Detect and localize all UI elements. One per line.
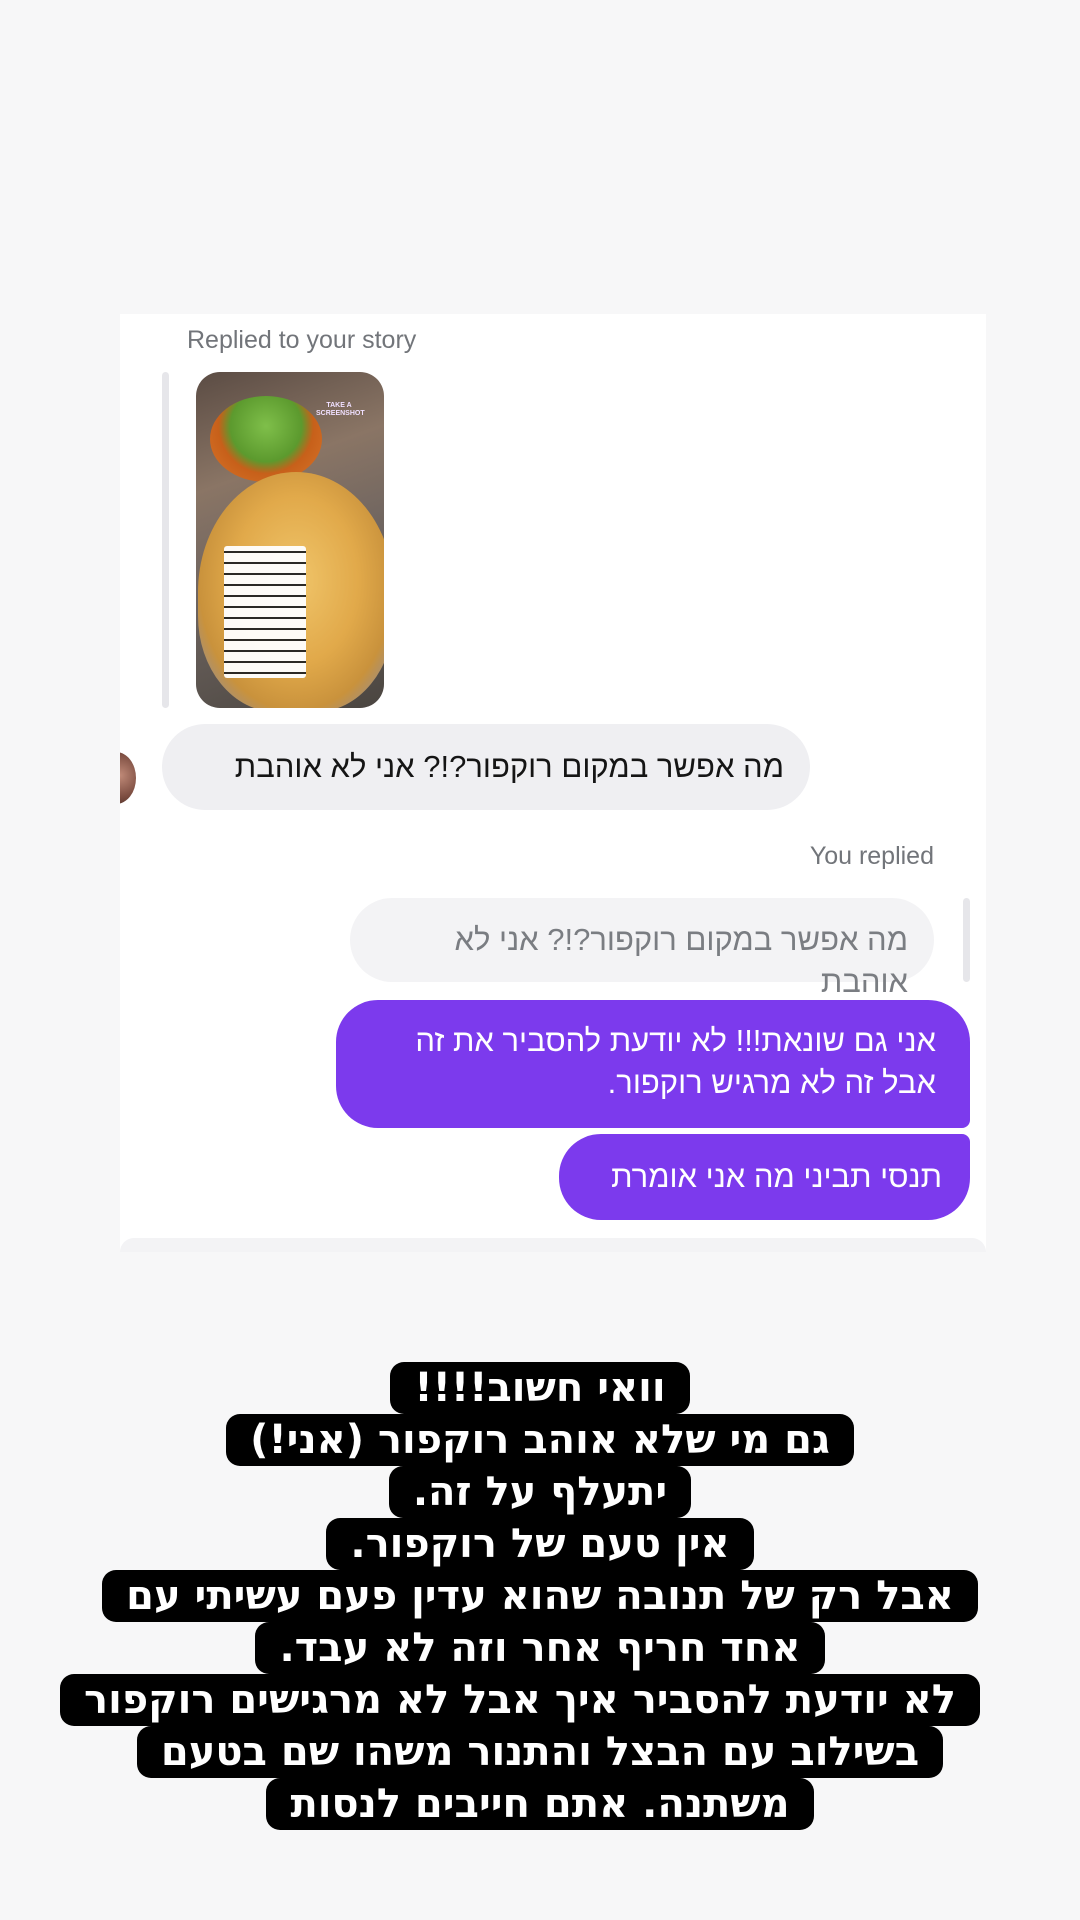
incoming-message-bubble[interactable]: מה אפשר במקום רוקפור?!? אני לא אוהבת [162,724,810,810]
quote-bar [963,898,970,982]
overlay-line: אבל רק של תנובה שהוא עדין פעם עשיתי עם [100,1570,980,1622]
replied-to-story-label: Replied to your story [187,326,417,354]
outgoing-message-bubble[interactable]: תנסי תביני מה אני אומרת [559,1134,970,1220]
overlay-line: בשילוב עם הבצל והתנור משהו שם בטעם [100,1726,980,1778]
overlay-line: אחד חריף אחר וזה לא עבד. [100,1622,980,1674]
take-a-screenshot-sticker: TAKE A SCREENSHOT [316,402,365,417]
dm-screenshot-card: Replied to your story TAKE A SCREENSHOT … [120,314,986,1252]
overlay-line-text: יתעלף על זה. [388,1466,692,1518]
outgoing-message-bubble[interactable]: אני גם שונאת!!! לא יודעת להסביר את זה אב… [336,1000,970,1128]
next-message-edge [120,1238,986,1252]
overlay-line-text: לא יודעת להסביר איך אבל לא מרגישים רוקפו… [60,1674,980,1726]
story-reply-bar [162,372,169,708]
story-thumbnail[interactable]: TAKE A SCREENSHOT [196,372,384,708]
overlay-line-text: וואי חשוב!!!! [390,1362,690,1414]
overlay-line: אין טעם של רוקפור. [100,1518,980,1570]
overlay-line: וואי חשוב!!!! [100,1362,980,1414]
salad-bowl-image [210,396,322,482]
overlay-line: גם מי שלא אוהב רוקפור (אני!) [100,1414,980,1466]
you-replied-label: You replied [809,842,934,870]
overlay-line: לא יודעת להסביר איך אבל לא מרגישים רוקפו… [60,1674,980,1726]
overlay-line: יתעלף על זה. [100,1466,980,1518]
overlay-line-text: גם מי שלא אוהב רוקפור (אני!) [226,1414,854,1466]
overlay-line-text: אבל רק של תנובה שהוא עדין פעם עשיתי עם [102,1570,978,1622]
quoted-message-bubble[interactable]: מה אפשר במקום רוקפור?!? אני לא אוהבת [350,898,934,999]
recipe-text-sticker [224,546,306,678]
overlay-line-text: אין טעם של רוקפור. [326,1518,754,1570]
overlay-line-text: אחד חריף אחר וזה לא עבד. [255,1622,825,1674]
overlay-line-text: משתנה. אתם חייבים לנסות [266,1778,814,1830]
story-text-overlay: וואי חשוב!!!! גם מי שלא אוהב רוקפור (אני… [60,1362,980,1830]
overlay-line-text: בשילוב עם הבצל והתנור משהו שם בטעם [136,1726,944,1778]
overlay-line: משתנה. אתם חייבים לנסות [100,1778,980,1830]
avatar[interactable] [120,752,136,804]
